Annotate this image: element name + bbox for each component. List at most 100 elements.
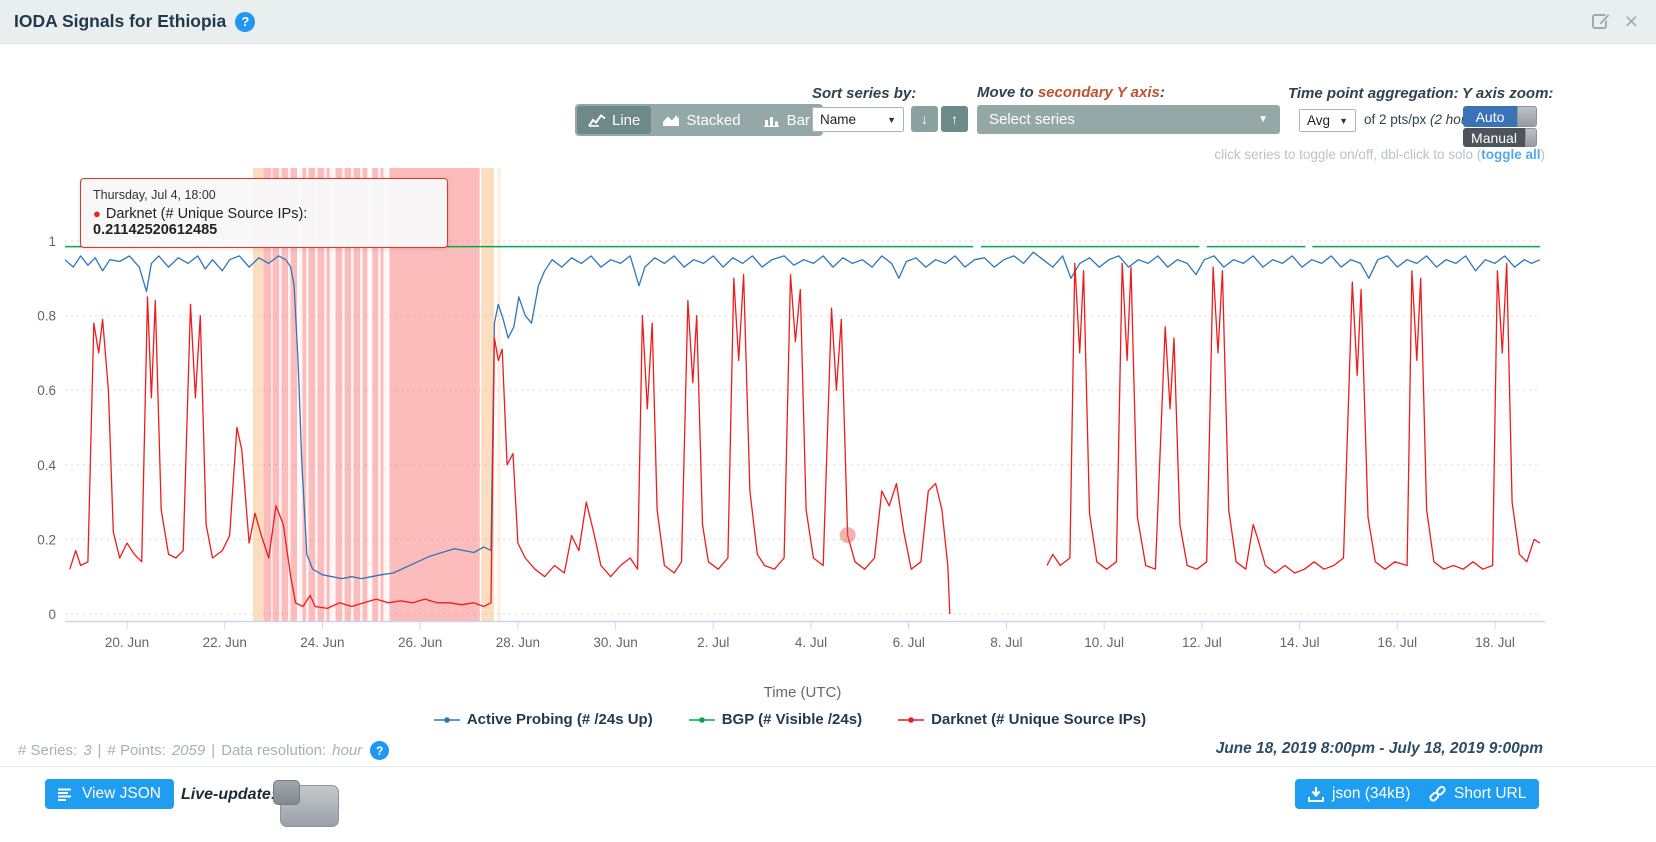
series-toggle-hint-text: click series to toggle on/off, dbl-click… — [1214, 147, 1481, 162]
resolution-value: hour — [332, 742, 362, 759]
link-icon — [1429, 786, 1446, 802]
y-zoom-label: Y axis zoom: — [1462, 85, 1553, 102]
svg-text:0.8: 0.8 — [37, 309, 56, 324]
chart-type-line-button[interactable]: Line — [577, 106, 651, 134]
help-icon[interactable]: ? — [235, 12, 255, 32]
sort-descending-button[interactable]: ↓ — [911, 106, 938, 132]
svg-text:8. Jul: 8. Jul — [990, 635, 1022, 650]
close-icon[interactable]: × — [1625, 10, 1638, 33]
svg-text:18. Jul: 18. Jul — [1475, 635, 1515, 650]
toggle-all-link[interactable]: toggle all — [1481, 147, 1540, 162]
svg-text:26. Jun: 26. Jun — [398, 635, 442, 650]
bar-chart-icon — [763, 114, 781, 127]
download-json-button[interactable]: json (34kB) — [1295, 779, 1423, 809]
area-chart-icon — [662, 114, 680, 127]
chart-type-stacked-button[interactable]: Stacked — [651, 106, 751, 134]
chart-type-stacked-label: Stacked — [686, 112, 740, 129]
svg-text:16. Jul: 16. Jul — [1377, 635, 1417, 650]
svg-text:2. Jul: 2. Jul — [697, 635, 729, 650]
meta-separator: | — [211, 742, 215, 759]
legend-marker-icon — [898, 715, 924, 725]
chart-legend: Active Probing (# /24s Up) BGP (# Visibl… — [0, 711, 1580, 728]
y-zoom-manual-button[interactable]: Manual — [1463, 128, 1537, 147]
view-json-label: View JSON — [82, 785, 161, 803]
aggregation-suffix-text: of 2 pts/px — [1364, 112, 1430, 127]
legend-label: Active Probing (# /24s Up) — [467, 711, 653, 728]
series-count-value: 3 — [83, 742, 91, 759]
sort-series-value: Name — [820, 112, 856, 127]
legend-item-active-probing[interactable]: Active Probing (# /24s Up) — [434, 711, 653, 728]
download-json-label: json (34kB) — [1332, 785, 1410, 803]
svg-text:10. Jul: 10. Jul — [1084, 635, 1124, 650]
tooltip-series-label: Darknet (# Unique Source IPs): — [106, 206, 307, 222]
svg-text:24. Jun: 24. Jun — [300, 635, 344, 650]
chart-type-bar-label: Bar — [787, 112, 810, 129]
svg-text:0.4: 0.4 — [37, 458, 56, 473]
svg-text:14. Jul: 14. Jul — [1280, 635, 1320, 650]
line-chart-icon — [588, 114, 606, 127]
aggregation-value: Avg — [1307, 113, 1330, 128]
chevron-down-icon: ▼ — [1258, 114, 1268, 125]
svg-text:30. Jun: 30. Jun — [593, 635, 637, 650]
legend-marker-icon — [689, 715, 715, 725]
y-zoom-auto-button[interactable]: Auto — [1463, 106, 1537, 127]
short-url-label: Short URL — [1454, 785, 1526, 803]
sort-series-label: Sort series by: — [812, 85, 916, 102]
chart-type-bar-button[interactable]: Bar — [752, 106, 821, 134]
y-zoom-auto-label: Auto — [1463, 106, 1517, 127]
series-toggle-hint-suffix: ) — [1541, 147, 1546, 162]
series-dot-icon: ● — [93, 206, 101, 221]
download-icon — [1308, 787, 1324, 802]
aggregation-label: Time point aggregation: — [1288, 85, 1459, 102]
chart-type-group: Line Stacked Bar — [575, 104, 823, 136]
points-count-label: # Points: — [107, 742, 165, 759]
secondary-axis-label: Move to secondary Y axis: — [977, 84, 1165, 101]
y-zoom-manual-label: Manual — [1463, 128, 1525, 147]
svg-text:22. Jun: 22. Jun — [203, 635, 247, 650]
y-zoom-manual-knob — [1525, 128, 1537, 147]
chevron-down-icon: ▼ — [887, 115, 896, 125]
aggregation-select[interactable]: Avg ▼ — [1299, 109, 1356, 132]
secondary-axis-select[interactable]: Select series ▼ — [977, 105, 1280, 134]
chevron-down-icon: ▼ — [1339, 116, 1348, 126]
page-title: IODA Signals for Ethiopia — [14, 11, 226, 32]
series-count-label: # Series: — [18, 742, 77, 759]
view-json-button[interactable]: View JSON — [45, 779, 174, 809]
secondary-axis-label-prefix: Move to — [977, 84, 1038, 101]
legend-label: Darknet (# Unique Source IPs) — [931, 711, 1146, 728]
y-zoom-auto-knob — [1517, 106, 1537, 127]
secondary-axis-label-suffix: : — [1160, 84, 1165, 101]
sort-ascending-button[interactable]: ↑ — [941, 106, 968, 132]
tooltip-value: 0.21142520612485 — [93, 222, 217, 238]
resolution-label: Data resolution: — [221, 742, 326, 759]
list-icon — [58, 788, 74, 801]
sort-series-select[interactable]: Name ▼ — [812, 107, 904, 132]
toggle-knob — [273, 780, 300, 805]
svg-text:0.6: 0.6 — [37, 383, 56, 398]
date-range-label: June 18, 2019 8:00pm - July 18, 2019 9:0… — [1216, 740, 1543, 758]
live-update-toggle[interactable] — [280, 785, 339, 827]
svg-text:28. Jun: 28. Jun — [496, 635, 540, 650]
legend-item-darknet[interactable]: Darknet (# Unique Source IPs) — [898, 711, 1146, 728]
svg-text:12. Jul: 12. Jul — [1182, 635, 1222, 650]
y-zoom-toggle: Auto Manual — [1463, 106, 1537, 148]
svg-text:0.2: 0.2 — [37, 532, 56, 547]
legend-item-bgp[interactable]: BGP (# Visible /24s) — [689, 711, 862, 728]
x-axis-title: Time (UTC) — [65, 684, 1540, 701]
svg-text:20. Jun: 20. Jun — [105, 635, 149, 650]
legend-marker-icon — [434, 715, 460, 725]
svg-text:6. Jul: 6. Jul — [893, 635, 925, 650]
short-url-button[interactable]: Short URL — [1416, 779, 1539, 809]
legend-label: BGP (# Visible /24s) — [722, 711, 862, 728]
series-toggle-hint: click series to toggle on/off, dbl-click… — [1214, 147, 1545, 162]
chart-tooltip: Thursday, Jul 4, 18:00 ● Darknet (# Uniqu… — [80, 178, 448, 248]
svg-text:0: 0 — [48, 607, 56, 622]
tooltip-date: Thursday, Jul 4, 18:00 — [93, 188, 435, 202]
help-icon[interactable]: ? — [370, 741, 389, 760]
svg-text:1: 1 — [48, 234, 56, 249]
sort-direction-group: ↓ ↑ — [911, 106, 968, 132]
edit-icon[interactable] — [1591, 11, 1612, 32]
widget-header: IODA Signals for Ethiopia ? × — [0, 0, 1656, 44]
meta-separator: | — [98, 742, 102, 759]
ioda-signals-widget: IODA Signals for Ethiopia ? × Line Stack… — [0, 0, 1656, 842]
